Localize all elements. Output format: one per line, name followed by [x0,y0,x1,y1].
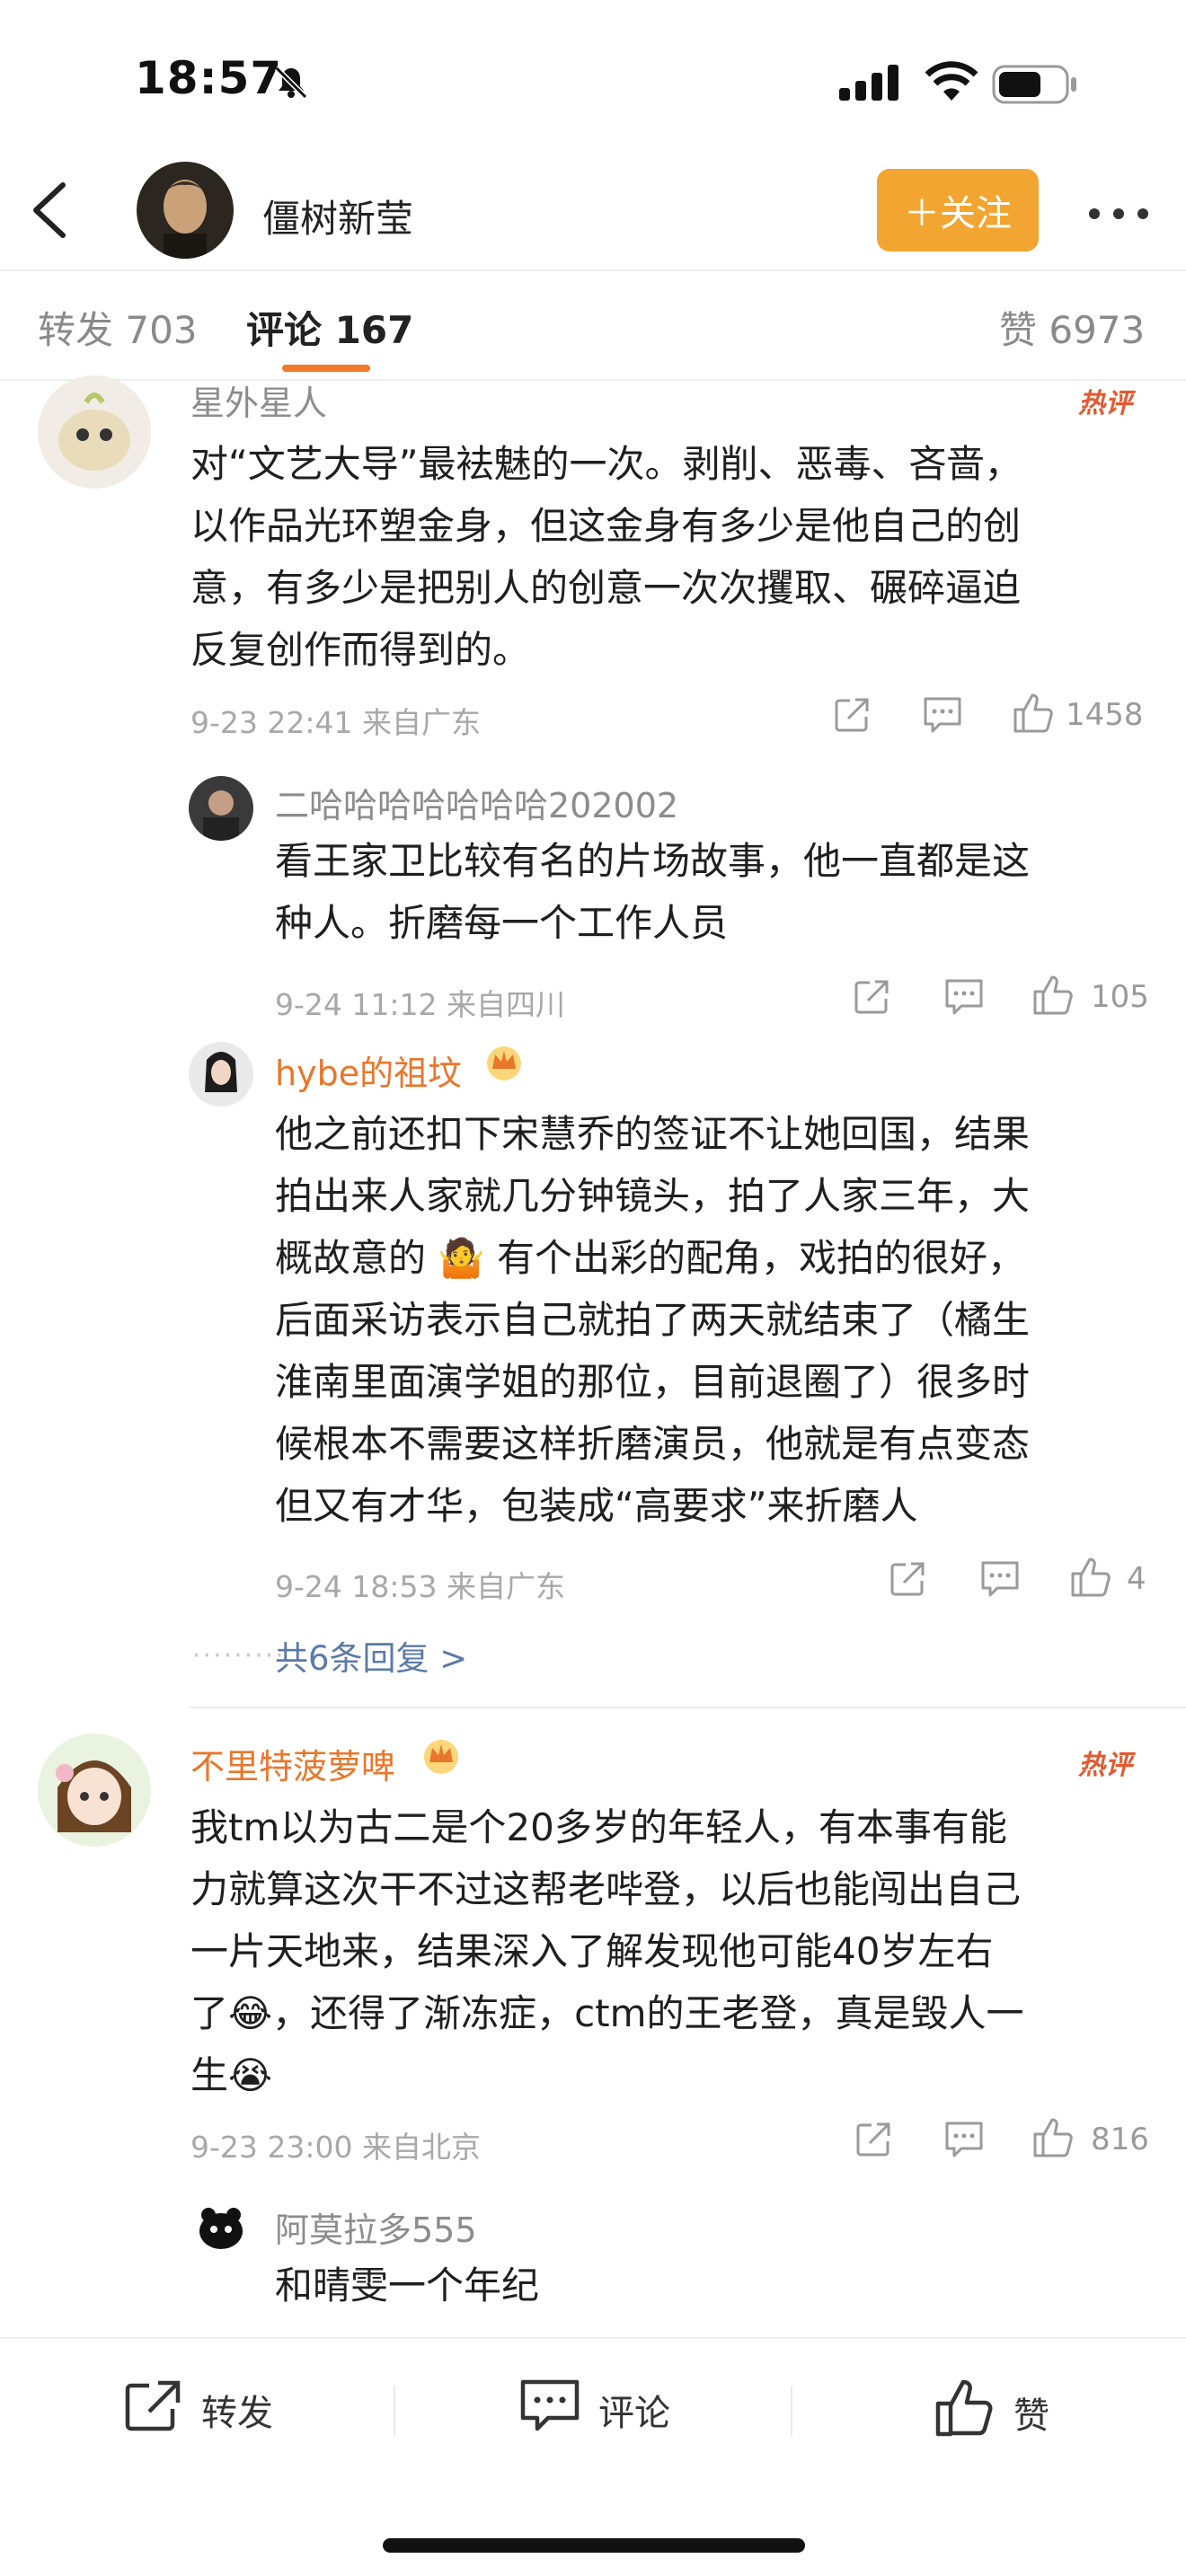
author-name[interactable]: 僵树新莹 [262,189,413,243]
reply-line: 种人。折磨每一个工作人员 [275,901,729,945]
repost-icon [122,2378,183,2441]
hot-comment-badge: 热评 [1078,388,1132,419]
bottom-separator [791,2386,792,2436]
header-divider [0,269,1186,271]
comment-divider [189,1707,1186,1708]
reply-line: 但又有才华，包装成“高要求”来折磨人 [275,1484,918,1528]
reply-meta: 9-24 11:12 来自四川 [275,987,565,1022]
tab-active-indicator [282,365,370,372]
like-count: 105 [1091,979,1149,1015]
reply-meta: 9-24 18:53 来自广东 [275,1569,565,1604]
comment-line: 我tm以为古二是个20多岁的年轻人，有本事有能 [190,1805,1007,1849]
tabs-divider [0,379,1186,381]
reply-avatar[interactable] [189,1042,253,1107]
comment-text: 对“文艺大导”最袪魅的一次。剥削、恶毒、吝啬， 以作品光环塑金身，但这金身有多少… [190,433,1161,681]
reply-icon[interactable] [943,2120,985,2163]
bottom-separator [394,2386,395,2436]
vip-crown-icon [483,1042,525,1085]
repost-button[interactable]: 转发 [122,2378,273,2441]
like-icon[interactable] [1012,692,1055,738]
reply-line: 候根本不需要这样折磨演员，他就是有点变态 [275,1422,1031,1466]
tab-comments[interactable]: 评论 167 [246,300,413,355]
reply-line: 概故意的 🤷 有个出彩的配角，戏拍的很好， [275,1236,1025,1280]
like-bottom-icon [934,2378,996,2447]
reply-line: 后面采访表示自己就拍了两天就结束了（橘生 [275,1298,1031,1342]
comment-line: 力就算这次干不过这帮老哔登，以后也能闯出自己 [190,1867,1022,1911]
like-count: 4 [1127,1561,1146,1597]
like-icon[interactable] [1031,974,1075,1020]
comment-line: 意，有多少是把别人的创意一次次攫取、碾碎逼迫 [190,566,1022,610]
reply-line: 看王家卫比较有名的片场故事，他一直都是这 [275,839,1031,883]
comment-icon [519,2378,580,2441]
comment-avatar[interactable] [38,1734,151,1847]
share-icon[interactable] [852,977,891,1020]
reply-text: 他之前还扣下宋慧乔的签证不让她回国，结果 拍出来人家就几分钟镜头，拍了人家三年，… [275,1103,1155,1537]
like-button[interactable]: 赞 [934,2378,1049,2447]
more-icon[interactable] [1087,207,1150,225]
repost-label: 转发 [201,2393,273,2434]
hot-comment-badge: 热评 [1078,1750,1132,1781]
comment-avatar[interactable] [38,375,151,489]
tab-likes[interactable]: 赞 6973 [999,300,1145,355]
reply-icon[interactable] [979,1559,1021,1602]
back-button[interactable] [23,180,77,244]
author-avatar[interactable] [137,162,234,259]
like-count: 1458 [1066,697,1144,733]
status-time: 18:57 [135,52,283,104]
reply-avatar[interactable] [189,2195,253,2260]
wifi-icon [924,59,979,106]
reply-text: 看王家卫比较有名的片场故事，他一直都是这 种人。折磨每一个工作人员 [275,830,1155,954]
comment-label: 评论 [598,2393,670,2434]
vip-crown-icon [420,1735,462,1778]
like-label: 赞 [1013,2395,1049,2437]
reply-line: 他之前还扣下宋慧乔的签证不让她回国，结果 [275,1112,1031,1156]
comment-meta: 9-23 23:00 来自北京 [190,2130,481,2165]
reply-username[interactable]: 阿莫拉多555 [275,2202,477,2252]
comment-line: 反复创作而得到的。 [190,628,531,672]
comment-button[interactable]: 评论 [519,2378,670,2441]
share-icon[interactable] [888,1559,927,1602]
reply-line: 和晴雯一个年纪 [275,2263,540,2307]
comment-line: 了😂，还得了渐冻症，ctm的王老登，真是毁人一 [190,1991,1024,2035]
comment-line: 以作品光环塑金身，但这金身有多少是他自己的创 [190,504,1022,548]
comment-line: 对“文艺大导”最袪魅的一次。剥削、恶毒、吝啬， [190,442,1022,486]
comment-meta: 9-23 22:41 来自广东 [190,705,481,740]
reply-icon[interactable] [922,695,963,738]
comment-text: 我tm以为古二是个20多岁的年轻人，有本事有能 力就算这次干不过这帮老哔登，以后… [190,1796,1161,2106]
comment-username[interactable]: 星外星人 [190,375,327,425]
reply-avatar[interactable] [189,776,253,841]
like-icon[interactable] [1031,2116,1075,2163]
comment-line: 一片天地来，结果深入了解发现他可能40岁左右 [190,1929,994,1973]
comment-line: 生😭 [190,2053,273,2097]
share-icon[interactable] [832,695,872,738]
reply-text: 和晴雯一个年纪 [275,2254,1155,2316]
reply-icon[interactable] [943,977,985,1020]
view-more-replies-link[interactable]: 共6条回复 > [275,1631,467,1680]
reply-line: 淮南里面演学姐的那位，目前退圈了）很多时 [275,1360,1031,1404]
reply-username[interactable]: hybe的祖坟 [275,1045,462,1095]
share-icon[interactable] [854,2120,893,2163]
like-count: 816 [1091,2122,1149,2157]
follow-button[interactable]: ＋关注 [877,169,1039,251]
like-icon[interactable] [1069,1556,1112,1602]
signal-icon [839,65,902,104]
reply-thread-dots: ········· [192,1640,286,1672]
home-indicator [383,2538,805,2553]
silent-bell-icon [273,65,309,104]
comment-username[interactable]: 不里特菠萝啤 [190,1739,395,1788]
reply-line: 拍出来人家就几分钟镜头，拍了人家三年，大 [275,1174,1031,1218]
battery-icon [992,65,1078,108]
tab-repost[interactable]: 转发 703 [38,300,198,355]
reply-username[interactable]: 二哈哈哈哈哈哈哈202002 [275,778,678,827]
